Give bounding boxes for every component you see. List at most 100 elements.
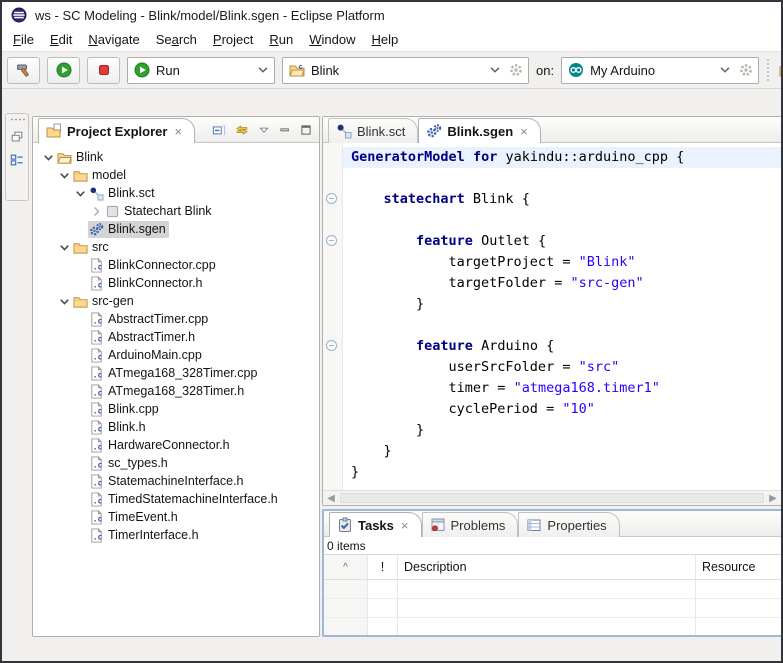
chevron-down-icon[interactable] [57, 294, 72, 309]
column-priority[interactable]: ! [368, 555, 398, 579]
chevron-down-icon[interactable] [488, 63, 502, 77]
scrollbar-thumb[interactable] [340, 493, 764, 503]
horizontal-scrollbar[interactable]: ◀ ▶ [323, 490, 781, 505]
close-icon[interactable] [172, 125, 182, 138]
collapse-all-icon[interactable] [212, 123, 226, 137]
svg-text:.c: .c [93, 496, 103, 505]
close-icon[interactable] [399, 519, 409, 532]
column-description[interactable]: Description [398, 555, 696, 579]
resume-button[interactable] [47, 56, 80, 84]
chevron-down-icon[interactable] [73, 186, 88, 201]
menu-help[interactable]: Help [363, 30, 406, 49]
build-button[interactable] [7, 56, 40, 84]
tree-item-statemachineinterface-h[interactable]: .c StatemachineInterface.h [33, 472, 319, 490]
tree-item-blinkconnector-cpp[interactable]: .c BlinkConnector.cpp [33, 256, 319, 274]
tasks-table: ^ ! Description Resource [324, 555, 781, 635]
column-sort[interactable]: ^ [324, 555, 368, 579]
scroll-right-arrow[interactable]: ▶ [765, 491, 781, 506]
gear-icon[interactable] [508, 62, 524, 78]
tree-item-blink-sct[interactable]: Blink.sct [33, 184, 319, 202]
drag-handle[interactable] [9, 118, 25, 121]
menu-window[interactable]: Window [301, 30, 363, 49]
device-combo[interactable]: My Arduino [561, 56, 760, 84]
tree-item-model[interactable]: model [33, 166, 319, 184]
tree-item-timeevent-h[interactable]: .c TimeEvent.h [33, 508, 319, 526]
gutter-line [323, 252, 342, 273]
fold-marker[interactable] [323, 336, 342, 357]
tree-item-blinkconnector-h[interactable]: .c BlinkConnector.h [33, 274, 319, 292]
tree-item-timedstatemachineinterface-h[interactable]: .c TimedStatemachineInterface.h [33, 490, 319, 508]
tree-item-atmega168-328timer-cpp[interactable]: .c ATmega168_328Timer.cpp [33, 364, 319, 382]
view-menu-icon[interactable] [258, 124, 270, 136]
terminate-button[interactable] [87, 56, 120, 84]
tab-blink-sgen[interactable]: Blink.sgen [418, 118, 541, 143]
tree-item-blink-h[interactable]: .c Blink.h [33, 418, 319, 436]
project-tree[interactable]: Blink model Blink.sct Statechart Blink Blink… [33, 143, 319, 636]
code-line: } [351, 443, 392, 459]
code-line: statechart Blink { [383, 191, 530, 207]
perspective-icon[interactable] [10, 153, 24, 167]
run-configuration-combo[interactable]: Run [127, 56, 275, 84]
new-wizard-button[interactable] [773, 57, 781, 84]
tree-item-src-gen[interactable]: src-gen [33, 292, 319, 310]
tree-item-blink-cpp[interactable]: .c Blink.cpp [33, 400, 319, 418]
menu-file[interactable]: File [5, 30, 42, 49]
tab-problems[interactable]: Problems [421, 512, 519, 537]
tree-item-hardwareconnector-h[interactable]: .c HardwareConnector.h [33, 436, 319, 454]
c-file-icon: .c [89, 383, 104, 399]
chevron-down-icon[interactable] [256, 63, 270, 77]
gutter-line [323, 294, 342, 315]
stop-icon [96, 62, 112, 78]
fold-marker[interactable] [323, 189, 342, 210]
tree-item-sc-types-h[interactable]: .c sc_types.h [33, 454, 319, 472]
tree-item-abstracttimer-h[interactable]: .c AbstractTimer.h [33, 328, 319, 346]
menu-navigate[interactable]: Navigate [80, 30, 147, 49]
tree-item-atmega168-328timer-h[interactable]: .c ATmega168_328Timer.h [33, 382, 319, 400]
tree-item-src[interactable]: src [33, 238, 319, 256]
project-combo[interactable]: c Blink [282, 56, 529, 84]
svg-text:.c: .c [93, 460, 103, 469]
tree-item-timerinterface-h[interactable]: .c TimerInterface.h [33, 526, 319, 544]
link-editor-icon[interactable] [235, 123, 249, 137]
tree-item-abstracttimer-cpp[interactable]: .c AbstractTimer.cpp [33, 310, 319, 328]
chevron-down-icon[interactable] [718, 63, 732, 77]
code-line: feature Outlet { [416, 233, 547, 249]
tree-item-label: Blink.cpp [108, 402, 159, 416]
menu-search[interactable]: Search [148, 30, 205, 49]
tree-item-blink-sgen[interactable]: Blink.sgen [33, 220, 319, 238]
tab-blink-sct[interactable]: Blink.sct [328, 118, 419, 143]
minimize-icon[interactable] [279, 124, 291, 136]
tree-item-arduinomain-cpp[interactable]: .c ArduinoMain.cpp [33, 346, 319, 364]
table-cell [696, 618, 781, 635]
play-icon [56, 62, 72, 78]
tab-properties[interactable]: Properties [518, 512, 620, 537]
maximize-icon[interactable] [300, 124, 312, 136]
restore-icon[interactable] [10, 130, 24, 144]
chevron-right-icon[interactable] [89, 204, 104, 219]
menu-run[interactable]: Run [261, 30, 301, 49]
code-line: targetFolder = "src-gen" [351, 275, 644, 291]
code-line: cyclePeriod = "10" [351, 401, 595, 417]
tab-tasks[interactable]: Tasks [329, 512, 422, 537]
tree-item-blink[interactable]: Blink [33, 148, 319, 166]
chevron-down-icon[interactable] [57, 240, 72, 255]
fold-marker[interactable] [323, 231, 342, 252]
gear-icon[interactable] [738, 62, 754, 78]
scroll-left-arrow[interactable]: ◀ [323, 491, 339, 506]
tab-project-explorer[interactable]: Project Explorer [38, 118, 196, 143]
column-resource[interactable]: Resource [696, 555, 781, 579]
menu-edit[interactable]: Edit [42, 30, 80, 49]
explorer-header: Project Explorer [33, 117, 319, 143]
code-area[interactable]: GeneratorModel for yakindu::arduino_cpp … [343, 143, 781, 490]
tree-item-statechart-blink[interactable]: Statechart Blink [33, 202, 319, 220]
folding-gutter[interactable] [323, 143, 343, 490]
chevron-down-icon[interactable] [57, 168, 72, 183]
close-icon[interactable] [518, 125, 528, 138]
chevron-down-icon[interactable] [41, 150, 56, 165]
svg-text:.c: .c [93, 388, 103, 397]
menu-project[interactable]: Project [205, 30, 261, 49]
